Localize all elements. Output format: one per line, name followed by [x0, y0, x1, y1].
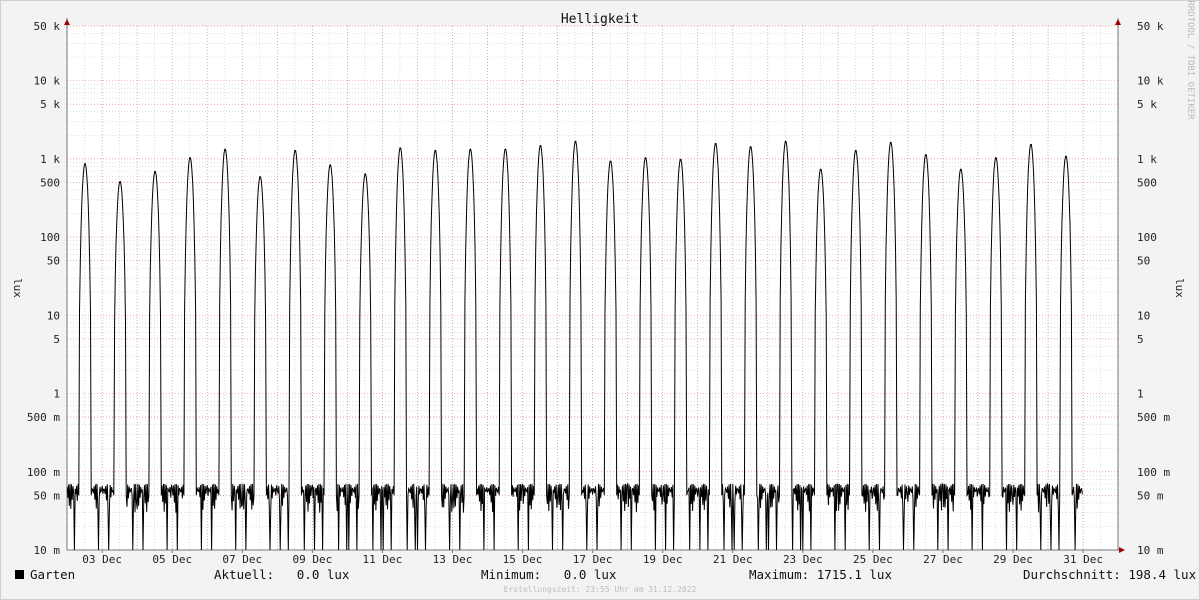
y-tick-label-right: 10 m — [1137, 544, 1164, 557]
watermark: RRDTOOL / TOBI OETIKER — [1185, 0, 1195, 120]
y-tick-label-left: 1 k — [40, 153, 60, 166]
y-tick-label-left: 50 m — [34, 489, 61, 502]
y-tick-label-left: 10 — [47, 309, 60, 322]
y-tick-label-right: 1 — [1137, 388, 1144, 401]
y-tick-label-right: 100 — [1137, 231, 1157, 244]
y-tick-label-right: 10 — [1137, 309, 1150, 322]
y-tick-label-left: 500 — [40, 176, 60, 189]
x-tick-label: 29 Dec — [993, 553, 1033, 566]
footer-timestamp: Erstellungszeit: 23:55 Uhr am 31.12.2022 — [503, 585, 697, 594]
x-tick-label: 13 Dec — [433, 553, 473, 566]
y-tick-label-left: 5 — [53, 333, 60, 346]
x-tick-label: 07 Dec — [222, 553, 262, 566]
legend-average: Durchschnitt: 198.4 lux — [1023, 567, 1197, 582]
y-axis-label-right: lux — [1173, 278, 1186, 298]
y-tick-label-left: 1 — [53, 388, 60, 401]
x-tick-label: 25 Dec — [853, 553, 893, 566]
x-tick-label: 31 Dec — [1063, 553, 1103, 566]
y-tick-label-right: 5 — [1137, 333, 1144, 346]
x-tick-label: 19 Dec — [643, 553, 683, 566]
x-axis-arrow — [1119, 547, 1125, 553]
y-axis-arrow-right — [1115, 19, 1121, 25]
y-tick-label-right: 50 k — [1137, 20, 1164, 33]
legend-maximum: Maximum: 1715.1 lux — [749, 567, 892, 582]
y-tick-label-right: 1 k — [1137, 153, 1157, 166]
x-tick-label: 03 Dec — [82, 553, 122, 566]
chart-title: Helligkeit — [561, 12, 639, 27]
y-tick-label-left: 10 k — [34, 75, 61, 88]
x-tick-label: 21 Dec — [713, 553, 753, 566]
legend-current: Aktuell: 0.0 lux — [214, 567, 350, 582]
x-tick-label: 09 Dec — [292, 553, 332, 566]
y-tick-label-right: 10 k — [1137, 75, 1164, 88]
y-tick-label-right: 5 k — [1137, 98, 1157, 111]
x-tick-label: 27 Dec — [923, 553, 963, 566]
y-tick-label-right: 500 m — [1137, 411, 1170, 424]
y-tick-label-right: 50 — [1137, 255, 1150, 268]
y-tick-label-left: 100 — [40, 231, 60, 244]
y-tick-label-left: 50 — [47, 255, 60, 268]
y-axis-arrow-left — [64, 19, 70, 25]
y-tick-label-left: 5 k — [40, 98, 60, 111]
y-tick-label-left: 10 m — [34, 544, 61, 557]
legend-series-name: Garten — [30, 567, 76, 582]
y-tick-label-right: 100 m — [1137, 466, 1170, 479]
x-tick-label: 23 Dec — [783, 553, 823, 566]
x-tick-label: 11 Dec — [363, 553, 403, 566]
chart: 50 k 50 k10 k 10 k5 k5 k1 k1 k500 500100 100… — [11, 0, 1195, 566]
legend-minimum: Minimum: 0.0 lux — [481, 567, 617, 582]
y-tick-label-left: 500 m — [27, 411, 60, 424]
y-tick-label-left: 50 k — [34, 20, 61, 33]
y-tick-label-right: 500 — [1137, 176, 1157, 189]
x-tick-label: 15 Dec — [503, 553, 543, 566]
x-tick-label: 05 Dec — [152, 553, 192, 566]
legend-swatch — [15, 570, 24, 579]
y-tick-label-right: 50 m — [1137, 489, 1164, 502]
y-axis-label-left: lux — [11, 278, 24, 298]
y-tick-label-left: 100 m — [27, 466, 60, 479]
x-tick-label: 17 Dec — [573, 553, 613, 566]
